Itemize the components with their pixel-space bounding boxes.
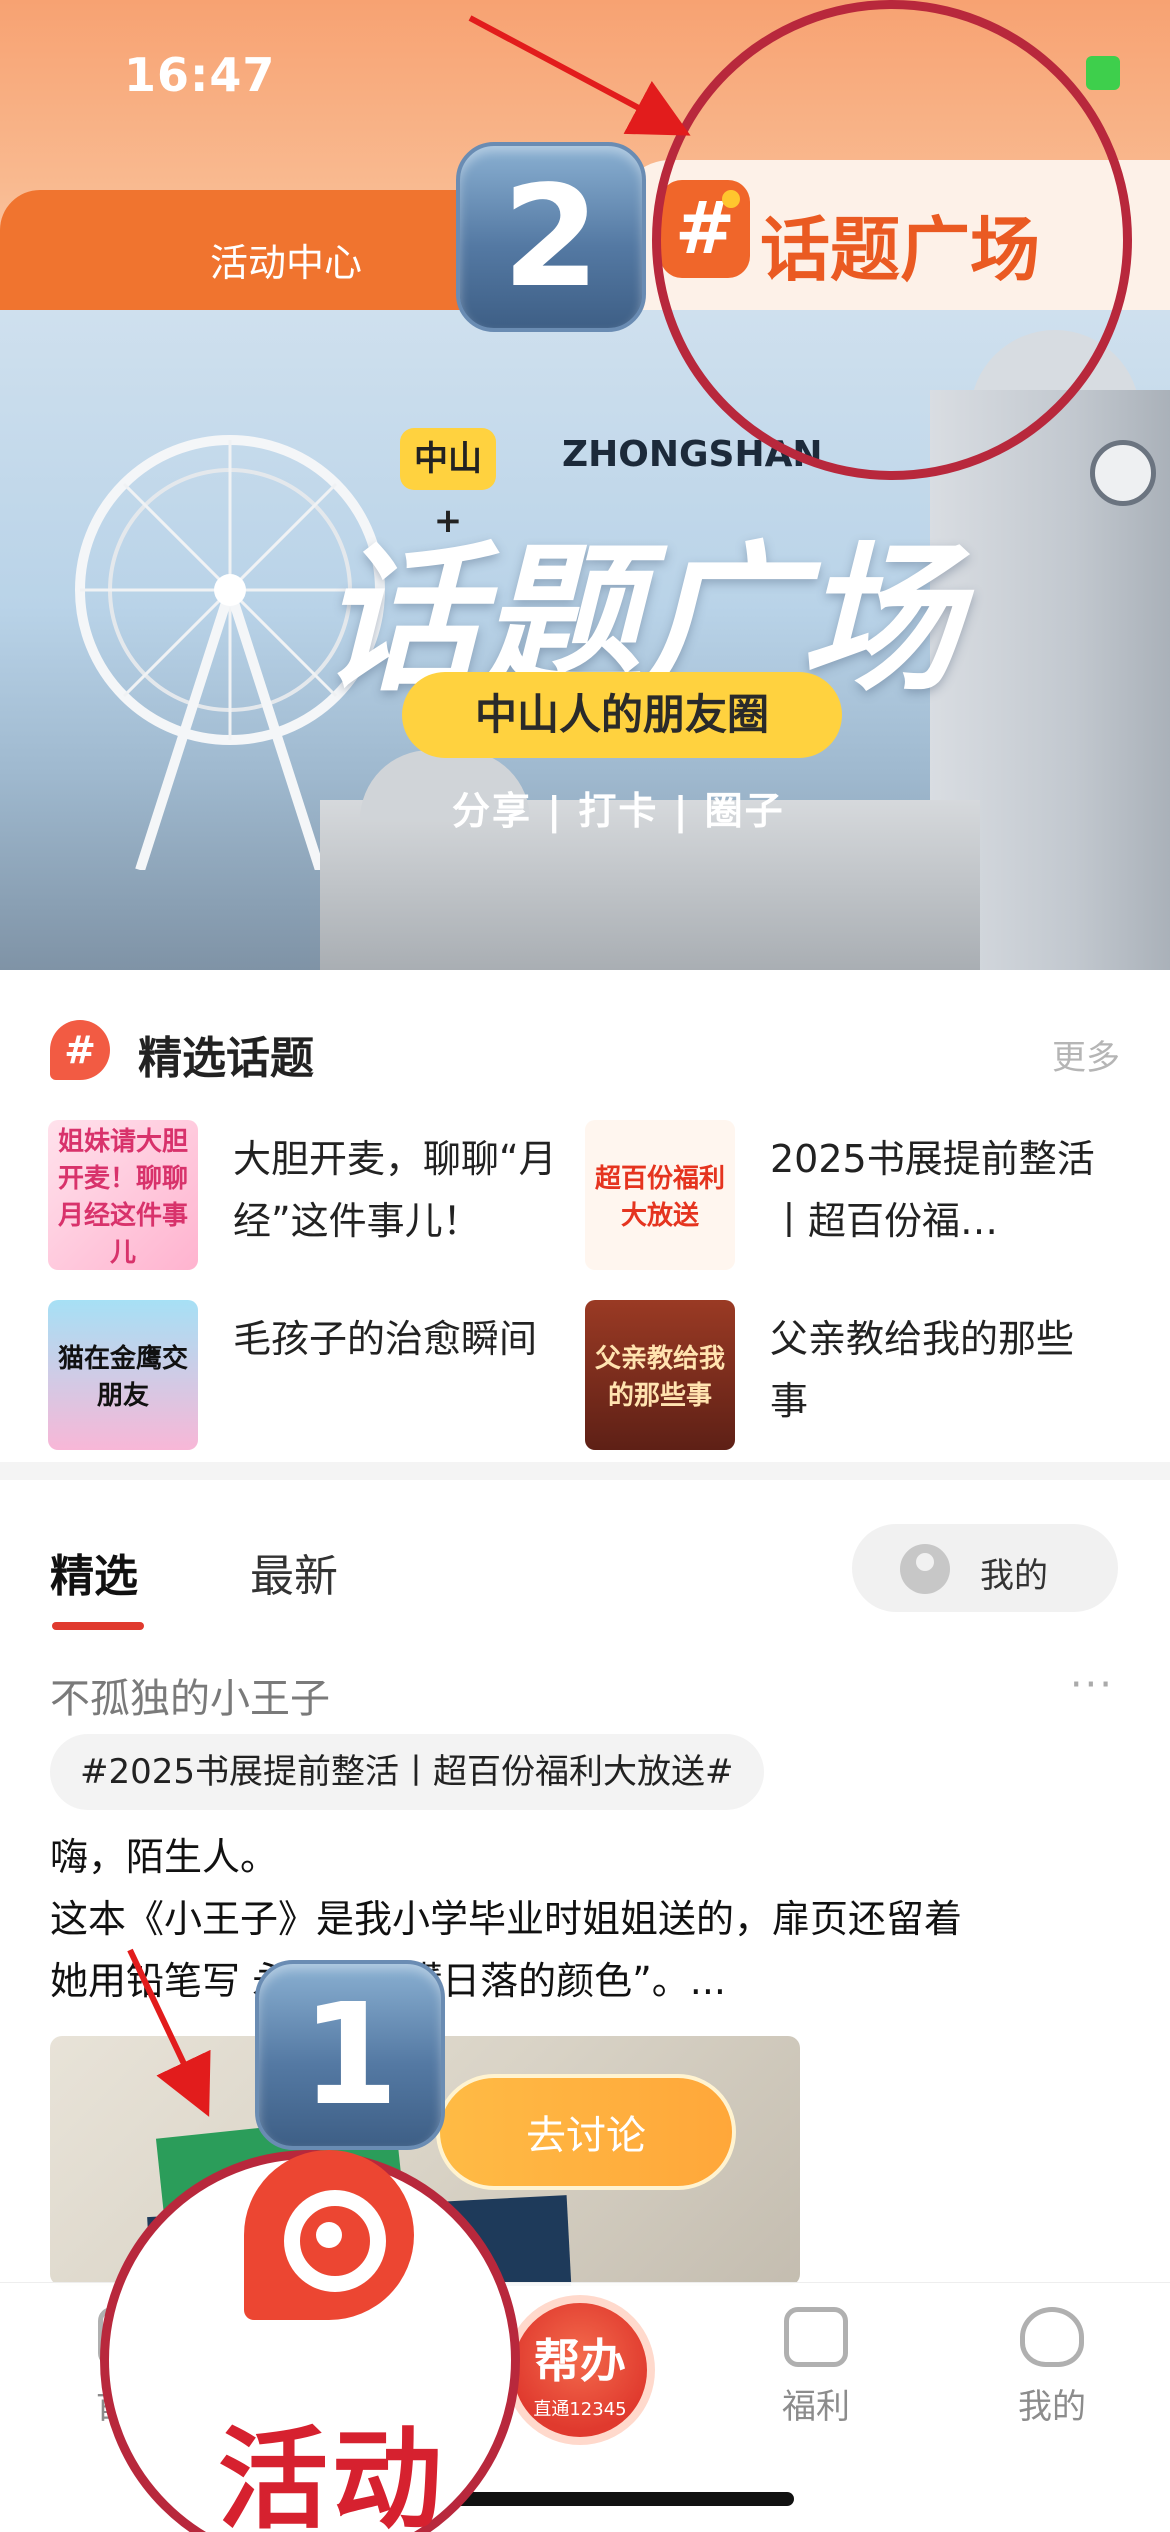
topic-item[interactable]: 姐妹请大胆开麦！聊聊月经这件事儿 大胆开麦，聊聊“月经”这件事儿！ <box>48 1120 578 1280</box>
my-posts-label: 我的 <box>980 1556 1048 1596</box>
tab-underline <box>52 1622 144 1630</box>
section-divider <box>0 1462 1170 1480</box>
tab-featured[interactable]: 精选 <box>50 1540 138 1604</box>
more-options-icon[interactable]: ··· <box>1070 1662 1114 1708</box>
nav-help-label: 帮办 <box>534 2334 626 2388</box>
post-body-line: 这本《小王子》是我小学毕业时姐姐送的，扉页还留着 <box>50 1897 963 1941</box>
topic-thumbnail: 父亲教给我的那些事 <box>585 1300 735 1450</box>
gift-icon <box>784 2307 848 2367</box>
banner-brand-badge: 中山+ <box>400 428 496 541</box>
annotation-circle-topic-square <box>652 0 1132 480</box>
my-posts-button[interactable]: 我的 <box>852 1524 1118 1612</box>
clock-icon <box>1090 440 1156 506</box>
banner-subtitle: 中山人的朋友圈 <box>402 672 842 758</box>
topic-item[interactable]: 父亲教给我的那些事 父亲教给我的那些事 <box>585 1300 1115 1460</box>
featured-title: 精选话题 <box>138 1033 314 1084</box>
topic-item[interactable]: 猫在金鹰交朋友 毛孩子的治愈瞬间 <box>48 1300 578 1460</box>
topic-thumbnail: 姐妹请大胆开麦！聊聊月经这件事儿 <box>48 1120 198 1270</box>
discuss-button[interactable]: 去讨论 <box>436 2074 736 2190</box>
more-link[interactable]: 更多 <box>1052 1030 1120 1079</box>
annotation-badge-1: 1 <box>255 1960 445 2150</box>
post-author[interactable]: 不孤独的小王子 <box>50 1666 330 1724</box>
topic-title: 毛孩子的治愈瞬间 <box>233 1317 538 1361</box>
nav-welfare[interactable]: 福利 <box>746 2307 886 2428</box>
topic-title: 父亲教给我的那些事 <box>770 1317 1075 1423</box>
banner-tags: 分享 | 打卡 | 圈子 <box>452 789 785 833</box>
nav-mine-label: 我的 <box>1018 2387 1086 2427</box>
status-time: 16:47 <box>124 48 276 102</box>
topic-hash-icon: # <box>50 1020 110 1080</box>
tab-activity-center-label: 活动中心 <box>210 241 363 285</box>
annotation-activity-label: 活动 <box>218 2416 446 2532</box>
post-body-line: 嗨，陌生人。 <box>50 1835 279 1879</box>
topic-title: 大胆开麦，聊聊“月经”这件事儿！ <box>233 1137 557 1243</box>
tab-activity-center[interactable]: 活动中心 <box>0 190 500 310</box>
nav-mine[interactable]: 我的 <box>982 2307 1122 2428</box>
activity-logo-icon <box>244 2150 414 2320</box>
tab-latest[interactable]: 最新 <box>250 1540 338 1604</box>
post-body[interactable]: 嗨，陌生人。 这本《小王子》是我小学毕业时姐姐送的，扉页还留着 她用铅笔写 永远… <box>50 1826 1130 2012</box>
user-icon <box>900 1544 950 1594</box>
annotation-badge-2: 2 <box>456 142 646 332</box>
topic-item[interactable]: 超百份福利大放送 2025书展提前整活丨超百份福… <box>585 1120 1115 1280</box>
topic-thumbnail: 超百份福利大放送 <box>585 1120 735 1270</box>
profile-icon <box>1020 2307 1084 2367</box>
battery-icon <box>1086 56 1120 90</box>
topic-thumbnail: 猫在金鹰交朋友 <box>48 1300 198 1450</box>
nav-welfare-label: 福利 <box>782 2387 850 2427</box>
nav-help-sublabel: 直通12345 <box>533 2399 627 2420</box>
topic-title: 2025书展提前整活丨超百份福… <box>770 1137 1095 1243</box>
nav-help-service[interactable]: 帮办 直通12345 <box>505 2295 655 2445</box>
post-body-line: 她用铅笔写 永远看得懂日落的颜色”。... <box>50 1959 727 2003</box>
post-topic-tag[interactable]: #2025书展提前整活丨超百份福利大放送# <box>50 1734 764 1810</box>
